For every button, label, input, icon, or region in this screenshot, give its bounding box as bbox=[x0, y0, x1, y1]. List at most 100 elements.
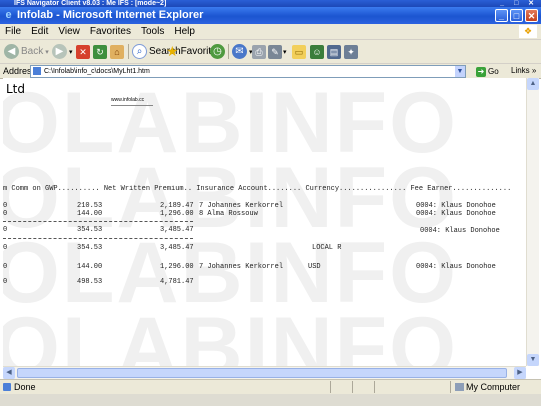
row-2-comm: 144.00 bbox=[77, 210, 103, 218]
computer-zone-icon bbox=[455, 383, 464, 391]
horizontal-scrollbar[interactable]: ◀ ▶ bbox=[3, 366, 526, 379]
window-titlebar: e Infolab - Microsoft Internet Explorer … bbox=[0, 7, 541, 24]
discuss-button[interactable]: ✦ bbox=[344, 43, 358, 60]
subtotal-rule bbox=[3, 238, 193, 239]
links-button[interactable]: Links » bbox=[511, 64, 536, 78]
row-2-fee-earner: 0004: Klaus Donohoe bbox=[416, 210, 496, 218]
row-4-col0: 0 bbox=[3, 244, 8, 252]
minimize-button[interactable]: _ bbox=[495, 9, 508, 22]
print-icon: ⎙ bbox=[252, 44, 266, 59]
refresh-button[interactable]: ↻ bbox=[93, 43, 107, 60]
outer-window-titlebar: IFS Navigator Client v8.03 : Me IFS : [m… bbox=[0, 0, 541, 7]
scroll-down-icon[interactable]: ▼ bbox=[527, 354, 539, 366]
row-5-col0: 0 bbox=[3, 263, 8, 271]
company-name: Ltd bbox=[6, 82, 26, 96]
toolbar-separator bbox=[228, 44, 229, 59]
page-done-icon bbox=[3, 383, 11, 391]
address-url: C:\Infolab\info_c\docs\MyLht1.htm bbox=[44, 68, 150, 75]
research-button[interactable]: ▤ bbox=[327, 43, 341, 60]
back-label: Back bbox=[21, 46, 44, 57]
row-4-comm: 354.53 bbox=[77, 244, 103, 252]
row-1-col0: 0 bbox=[3, 202, 8, 210]
report-header: m Comm on GWP.......... Net Written Prem… bbox=[3, 185, 512, 193]
row-3-comm: 354.53 bbox=[77, 226, 103, 234]
window-title: Infolab - Microsoft Internet Explorer bbox=[17, 9, 204, 21]
status-divider bbox=[352, 381, 353, 393]
security-zone: My Computer bbox=[466, 382, 521, 392]
row-3-premium: 3,485.47 bbox=[160, 226, 194, 234]
row-3-fee-earner: 0004: Klaus Donohoe bbox=[420, 227, 500, 235]
watermark: OLABINFO bbox=[3, 300, 459, 366]
page-icon bbox=[33, 67, 41, 75]
page-content: OLABINFO OLABINFO OLABINFO OLABINFO Ltd … bbox=[3, 78, 526, 366]
status-divider bbox=[374, 381, 375, 393]
row-2-premium: 1,296.00 bbox=[160, 210, 194, 218]
menu-edit[interactable]: Edit bbox=[26, 24, 53, 39]
menu-favorites[interactable]: Favorites bbox=[85, 24, 136, 39]
research-icon: ▤ bbox=[327, 44, 341, 59]
toolbar: ◀ Back ▾ ▶ ▾ ✕ ↻ ⌂ ⌕ Search ★ Favorites … bbox=[0, 40, 541, 64]
mail-icon: ✉ bbox=[232, 44, 247, 59]
links-chevron-icon: » bbox=[531, 66, 537, 75]
forward-dropdown-icon: ▾ bbox=[69, 48, 73, 56]
folder-button[interactable]: ▭ bbox=[292, 43, 306, 60]
history-icon: ◷ bbox=[210, 44, 225, 59]
address-dropdown-icon[interactable]: ▼ bbox=[455, 66, 465, 77]
vertical-scrollbar[interactable]: ▲ ▼ bbox=[526, 78, 539, 366]
row-6-col0: 0 bbox=[3, 278, 8, 286]
menu-bar: File Edit View Favorites Tools Help ❖ bbox=[0, 24, 541, 40]
go-label: Go bbox=[488, 67, 499, 76]
row-5-account: 7 Johannes Kerkorrel bbox=[199, 263, 284, 271]
edit-button[interactable]: ✎ ▾ bbox=[268, 43, 287, 60]
row-1-comm: 210.53 bbox=[77, 202, 103, 210]
row-2-col0: 0 bbox=[3, 210, 8, 218]
refresh-icon: ↻ bbox=[93, 44, 107, 59]
scroll-up-icon[interactable]: ▲ bbox=[527, 78, 539, 90]
search-icon: ⌕ bbox=[132, 44, 147, 59]
home-button[interactable]: ⌂ bbox=[110, 43, 124, 60]
row-3-col0: 0 bbox=[3, 226, 8, 234]
toolbar-separator bbox=[128, 44, 129, 59]
scroll-left-icon[interactable]: ◀ bbox=[3, 367, 15, 379]
ie-logo-icon: e bbox=[5, 9, 12, 21]
divider bbox=[111, 105, 153, 106]
horizontal-scroll-thumb[interactable] bbox=[17, 368, 507, 378]
row-6-premium: 4,781.47 bbox=[160, 278, 194, 286]
forward-arrow-icon: ▶ bbox=[52, 44, 67, 59]
row-4-currency: LOCAL R bbox=[312, 244, 342, 252]
row-5-fee-earner: 0004: Klaus Donohoe bbox=[416, 263, 496, 271]
company-website: www.infolab.cc bbox=[111, 97, 145, 103]
row-6-comm: 498.53 bbox=[77, 278, 103, 286]
row-1-account: 7 Johannes Kerkorrel bbox=[199, 202, 284, 210]
close-button[interactable]: ✕ bbox=[525, 9, 538, 22]
favorites-star-icon: ★ bbox=[166, 43, 179, 59]
address-input[interactable]: C:\Infolab\info_c\docs\MyLht1.htm ▼ bbox=[30, 65, 466, 78]
links-label: Links bbox=[511, 66, 530, 75]
status-divider bbox=[330, 381, 331, 393]
menu-view[interactable]: View bbox=[53, 24, 85, 39]
stop-button[interactable]: ✕ bbox=[76, 43, 90, 60]
messenger-button[interactable]: ☺ bbox=[310, 43, 324, 60]
status-divider bbox=[450, 381, 451, 393]
maximize-button[interactable]: □ bbox=[510, 9, 523, 22]
menu-file[interactable]: File bbox=[0, 24, 26, 39]
row-1-fee-earner: 0004: Klaus Donohoe bbox=[416, 202, 496, 210]
back-button[interactable]: ◀ Back ▾ bbox=[4, 43, 49, 60]
outer-window-controls[interactable]: _ □ ✕ bbox=[500, 0, 538, 7]
row-1-premium: 2,189.47 bbox=[160, 202, 194, 210]
status-bar: Done My Computer bbox=[0, 379, 541, 394]
print-button[interactable]: ⎙ bbox=[252, 43, 266, 60]
scroll-right-icon[interactable]: ▶ bbox=[514, 367, 526, 379]
forward-button[interactable]: ▶ ▾ bbox=[52, 43, 73, 60]
outer-window-bottom bbox=[0, 394, 541, 406]
history-button[interactable]: ◷ bbox=[210, 43, 227, 60]
subtotal-rule bbox=[3, 221, 193, 222]
menu-tools[interactable]: Tools bbox=[136, 24, 169, 39]
back-dropdown-icon: ▾ bbox=[45, 48, 49, 56]
outer-window-title: IFS Navigator Client v8.03 : Me IFS : [m… bbox=[14, 0, 167, 7]
mail-button[interactable]: ✉ ▾ bbox=[232, 43, 253, 60]
menu-help[interactable]: Help bbox=[169, 24, 200, 39]
messenger-icon: ☺ bbox=[310, 44, 324, 59]
go-button[interactable]: ➜ Go bbox=[476, 65, 499, 79]
row-5-premium: 1,296.00 bbox=[160, 263, 194, 271]
